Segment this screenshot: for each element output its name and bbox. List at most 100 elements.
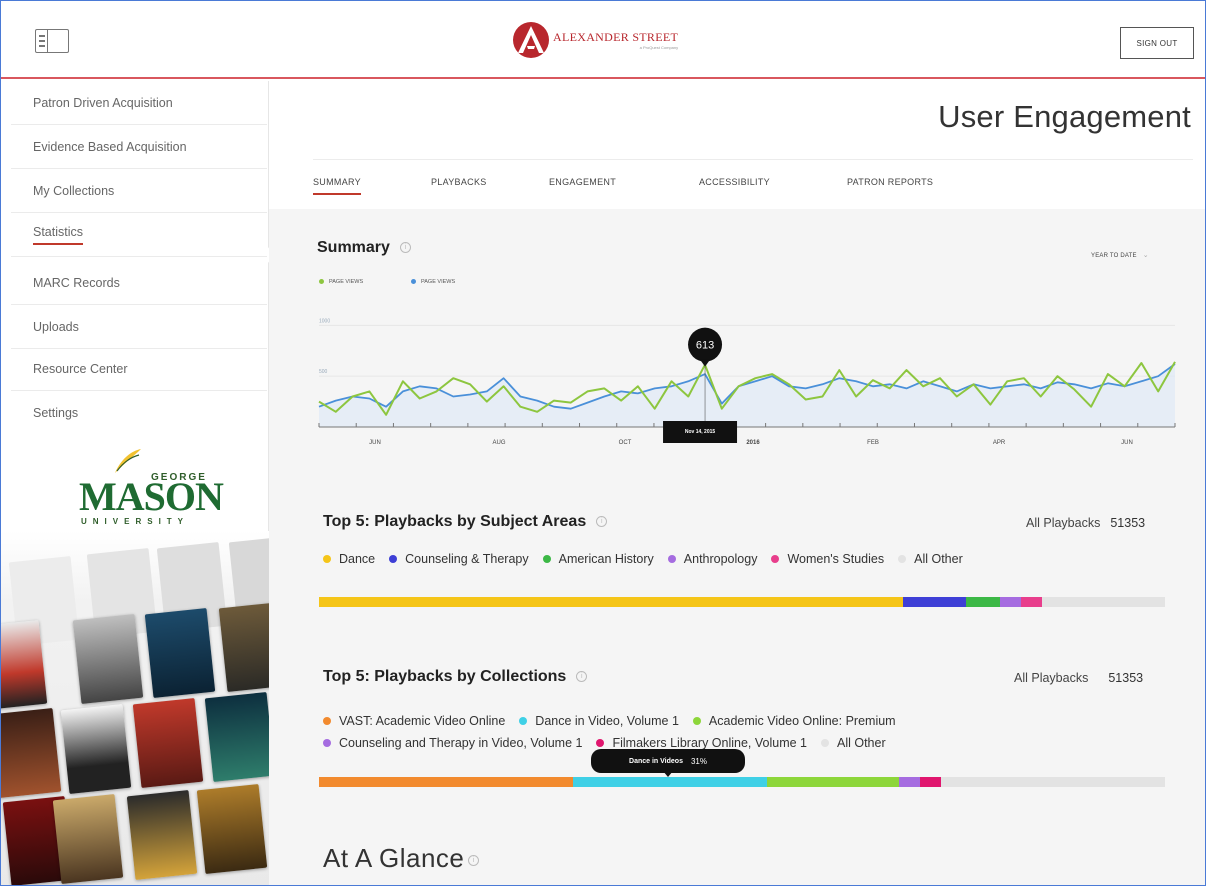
sidebar-item-label: Resource Center [33,361,128,376]
sidebar-item-statistics[interactable]: Statistics [11,213,267,257]
legend-label: Dance [339,552,376,566]
tab-patron-reports[interactable]: PATRON REPORTS [847,177,933,187]
sign-out-button[interactable]: SIGN OUT [1120,27,1194,59]
legend-dot [898,554,907,563]
brand-logo[interactable]: ALEXANDER STREET a ProQuest Company [513,21,678,59]
collections-stacked-bar[interactable] [319,777,1165,787]
sidebar-item-evidence-based-acquisition[interactable]: Evidence Based Acquisition [11,125,267,169]
bar-segment[interactable] [319,597,903,607]
legend-label: Anthropology [683,552,758,566]
legend-item[interactable]: Counseling and Therapy in Video, Volume … [323,732,582,754]
legend-dot [542,554,551,563]
legend-item[interactable]: VAST: Academic Video Online [323,710,505,732]
app-window: ALEXANDER STREET a ProQuest Company SIGN… [0,0,1206,886]
subjects-total-label: All Playbacks [1026,516,1101,530]
legend-item[interactable]: American History [542,552,654,566]
bar-segment[interactable] [966,597,1000,607]
cover-image [204,691,269,783]
info-icon[interactable]: i [596,516,608,528]
tab-summary[interactable]: SUMMARY [313,177,361,195]
legend-label: PAGE VIEWS [421,279,456,285]
cover-image [132,697,204,789]
sidebar-item-patron-driven-acquisition[interactable]: Patron Driven Acquisition [11,81,267,125]
subjects-heading: Top 5: Playbacks by Subject Areas i [323,513,608,531]
y-tick-label: 1000 [319,318,330,324]
bar-segment[interactable] [572,777,768,787]
legend-label: American History [558,552,654,566]
legend-item[interactable]: Counseling & Therapy [389,552,529,566]
bar-segment[interactable] [940,777,1165,787]
legend-item[interactable]: Women's Studies [771,552,884,566]
sidebar-item-marc-records[interactable]: MARC Records [11,261,267,305]
legend-item[interactable]: All Other [898,552,963,566]
sidebar-item-label: Evidence Based Acquisition [33,139,187,154]
collections-legend: VAST: Academic Video Online Dance in Vide… [323,710,1023,754]
subjects-total-value: 51353 [1110,516,1146,530]
at-a-glance-heading: At A Glance i [323,843,480,874]
info-icon[interactable]: i [399,242,411,254]
legend-dot [519,716,528,725]
legend-item[interactable]: All Other [821,732,886,754]
sidebar-toggle-icon[interactable] [35,29,69,53]
bar-segment[interactable] [1042,597,1165,607]
page-title: User Engagement [938,99,1191,134]
leaf-icon [115,449,141,473]
y-tick-label: 500 [319,369,328,375]
collections-total: All Playbacks 51353 [1014,671,1143,685]
bar-segment[interactable] [1000,597,1022,607]
collection-covers-collage [1,531,269,885]
collections-title: Top 5: Playbacks by Collections [323,668,567,685]
sidebar-item-my-collections[interactable]: My Collections [11,169,267,213]
bar-segment[interactable] [919,777,941,787]
date-range-select[interactable]: YEAR TO DATE ⌄ [1091,251,1149,259]
tab-engagement[interactable]: ENGAGEMENT [549,177,616,187]
chevron-down-icon: ⌄ [1142,252,1149,259]
bar-segment[interactable] [319,777,573,787]
institution-logo: GEORGE MASON UNIVERSITY [79,447,224,527]
chart-legend-item: PAGE VIEWS [319,279,363,285]
page-views-chart[interactable]: 1000 500 JUN AUG OCT 2016 FEB APR JUN 613 Nov 14, … [313,299,1183,469]
cover-image [126,789,198,881]
info-icon[interactable]: i [468,854,480,866]
subjects-total: All Playbacks 51353 [1026,516,1145,530]
bar-segment[interactable] [902,597,967,607]
sidebar-item-uploads[interactable]: Uploads [11,305,267,349]
legend-label: VAST: Academic Video Online [339,714,506,728]
info-icon[interactable]: i [576,671,588,683]
legend-item[interactable]: Dance [323,552,375,566]
summary-heading: Summary i [317,239,411,257]
legend-item[interactable]: Anthropology [667,552,758,566]
brand-name: ALEXANDER STREET [553,30,679,44]
sidebar-item-label: Statistics [33,225,84,245]
x-tick-label: APR [993,440,1006,446]
sidebar-item-label: MARC Records [33,275,120,290]
legend-item[interactable]: Dance in Video, Volume 1 [519,710,679,732]
x-tick-label: JUN [1121,440,1133,446]
bar-segment[interactable] [767,777,899,787]
legend-label: All Other [837,736,886,750]
bar-segment[interactable] [898,777,920,787]
brand-logo-icon [513,22,549,58]
legend-dot [821,738,829,747]
bar-segment[interactable] [1021,597,1043,607]
legend-dot [411,279,416,285]
summary-title: Summary [317,239,390,256]
legend-label: PAGE VIEWS [329,279,364,285]
tooltip-value: 31% [690,756,707,766]
sidebar-item-settings[interactable]: Settings [11,391,267,435]
legend-label: Counseling & Therapy [405,552,529,566]
collections-total-label: All Playbacks [1014,671,1089,685]
tab-accessibility[interactable]: ACCESSIBILITY [699,177,770,187]
at-a-glance-title: At A Glance [323,843,465,873]
legend-dot [323,738,331,747]
cover-image [218,601,269,693]
date-tooltip-text: Nov 14, 2015 [685,429,716,435]
sidebar-item-resource-center[interactable]: Resource Center [11,347,267,391]
cover-image [144,607,216,699]
legend-label: Academic Video Online: Premium [708,714,896,728]
legend-dot [323,716,331,725]
collections-total-value: 51353 [1108,671,1144,685]
tab-playbacks[interactable]: PLAYBACKS [431,177,487,187]
legend-item[interactable]: Academic Video Online: Premium [692,710,896,732]
subjects-stacked-bar[interactable] [319,597,1165,607]
